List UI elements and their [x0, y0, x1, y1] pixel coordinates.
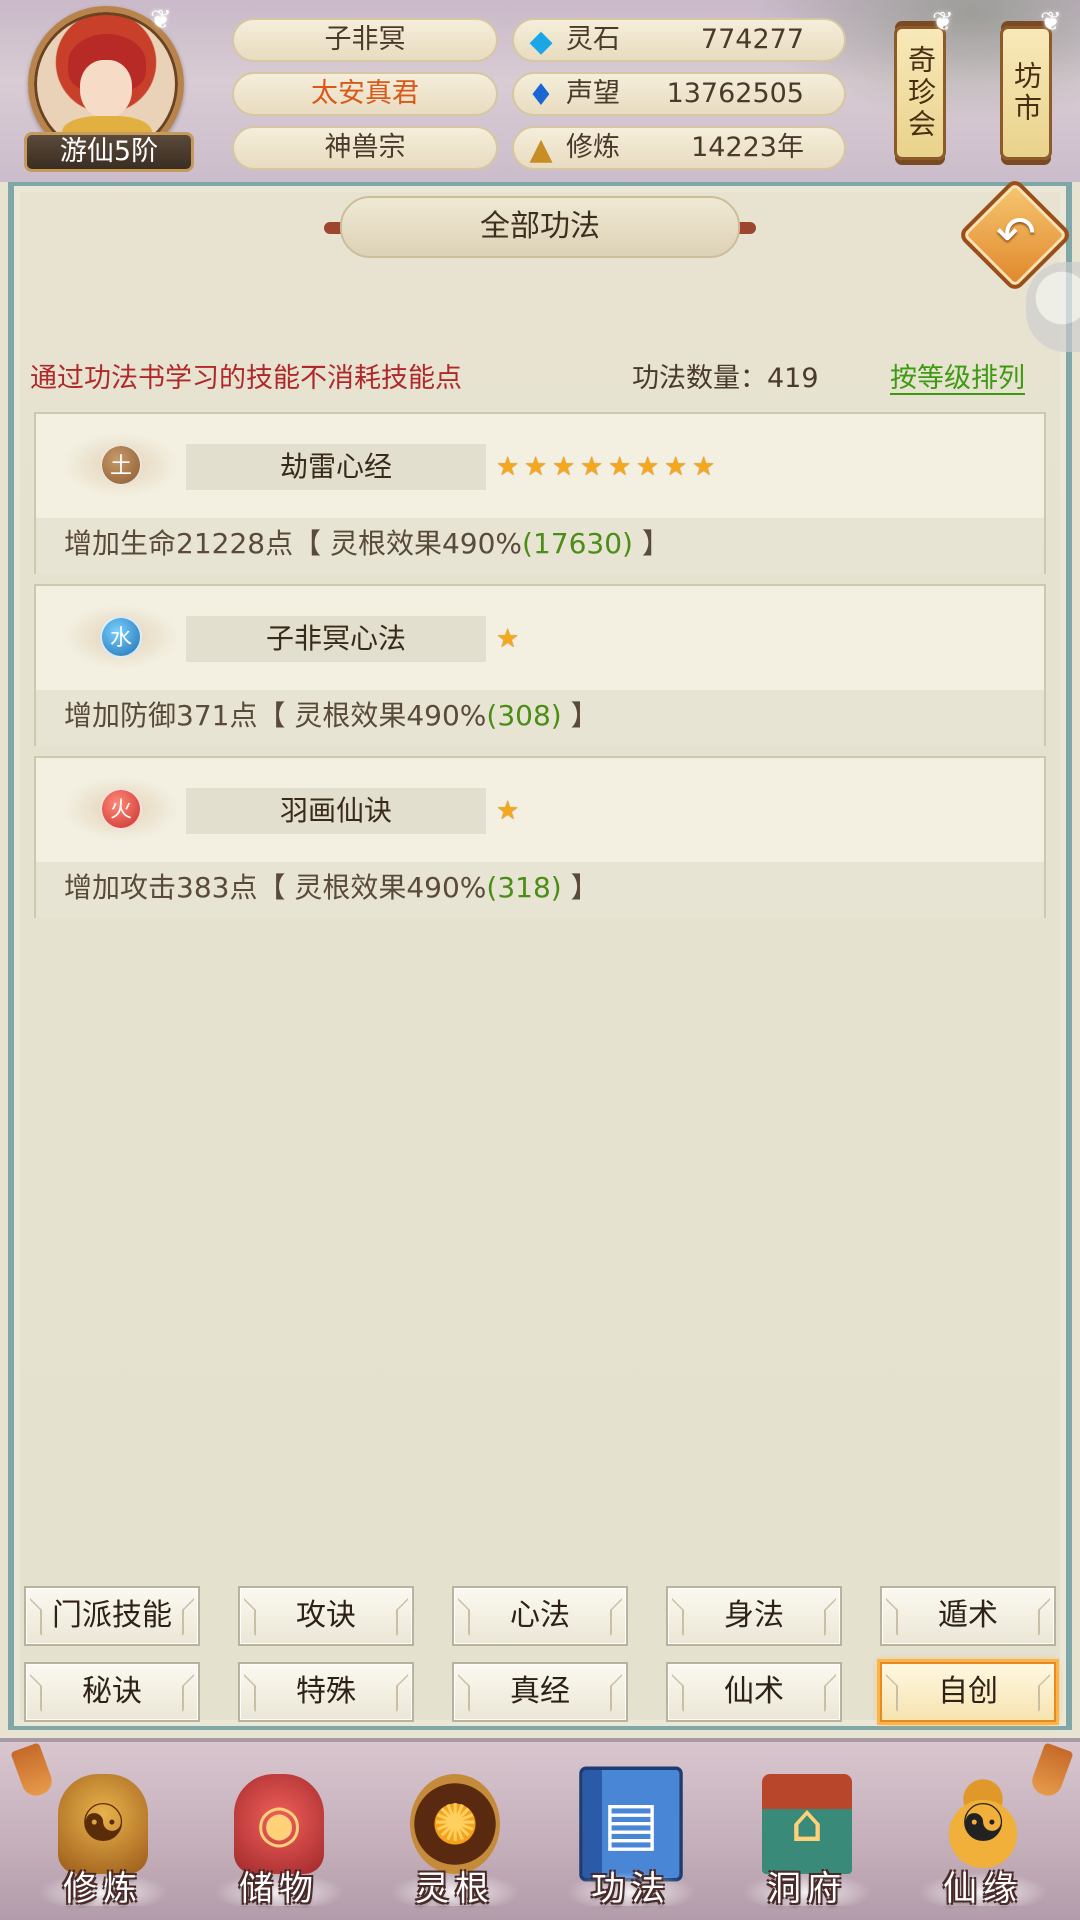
skill-book-icon: ▤	[579, 1766, 683, 1882]
element-badge: 水	[62, 604, 180, 670]
sort-by-level-link[interactable]: 按等级排列	[890, 356, 1025, 395]
nav-cave-mansion[interactable]: ⌂ 洞府	[732, 1752, 882, 1920]
effect-text: 增加攻击383点【 灵根效果490%	[64, 871, 487, 904]
resource-panel: ◆ 灵石 774277 ♦ 声望 13762505 ▲ 修炼 14223年	[512, 18, 846, 180]
star-icon: ★	[496, 624, 520, 654]
category-self-created[interactable]: 自创	[880, 1662, 1056, 1722]
spirit-root-icon: ✺	[410, 1774, 500, 1874]
skill-card[interactable]: 水 子非冥心法 ★ 增加防御371点【 灵根效果490%(308) 】	[34, 584, 1046, 746]
skill-name: 劫雷心经	[186, 444, 486, 490]
butterfly-icon: ❦	[1040, 7, 1062, 37]
nav-skills[interactable]: ▤ 功法	[556, 1752, 706, 1920]
star-rating: ★ ★ ★ ★ ★ ★ ★ ★	[496, 454, 718, 480]
resource-value: 13762505	[666, 78, 804, 109]
nav-label: 功法	[591, 1869, 671, 1909]
fire-element-icon: 火	[100, 788, 142, 830]
back-arrow-icon: ↶	[995, 206, 1037, 262]
category-scripture[interactable]: 真经	[452, 1662, 628, 1722]
rank-badge: 游仙5阶	[24, 132, 194, 172]
avatar-face	[80, 60, 132, 118]
element-badge: 土	[62, 432, 180, 498]
resource-value: 774277	[700, 24, 804, 55]
resource-label: 灵石	[566, 24, 620, 55]
nav-spirit-root[interactable]: ✺ 灵根	[380, 1752, 530, 1920]
spirit-stone-icon: ◆	[529, 23, 553, 59]
effect-text: 增加生命21228点【 灵根效果490%	[64, 527, 523, 560]
star-rating: ★	[496, 798, 522, 824]
storage-bag-icon: ◉	[234, 1774, 324, 1874]
player-name: 子非冥	[232, 18, 498, 62]
bottom-navigation: ☯ 修炼 ◉ 储物 ✺ 灵根 ▤ 功法 ⌂ 洞府 ☯ 仙缘	[0, 1738, 1080, 1920]
category-sect-skills[interactable]: 门派技能	[24, 1586, 200, 1646]
skill-card[interactable]: 火 羽画仙诀 ★ 增加攻击383点【 灵根效果490%(318) 】	[34, 756, 1046, 918]
effect-bonus: (308)	[486, 699, 562, 732]
category-special[interactable]: 特殊	[238, 1662, 414, 1722]
effect-text: 增加防御371点【 灵根效果490%	[64, 699, 487, 732]
nav-label: 灵根	[415, 1869, 495, 1909]
nav-storage[interactable]: ◉ 储物	[204, 1752, 354, 1920]
earth-element-icon: 土	[100, 444, 142, 486]
cave-mansion-icon: ⌂	[762, 1774, 852, 1874]
effect-suffix: 】	[632, 527, 670, 560]
cultivation-icon: ▲	[529, 131, 553, 167]
effect-suffix: 】	[561, 871, 599, 904]
star-icon: ★	[496, 796, 520, 826]
nav-label: 储物	[239, 1869, 319, 1909]
element-badge: 火	[62, 776, 180, 842]
butterfly-icon: ❦	[150, 5, 172, 35]
water-element-icon: 水	[100, 616, 142, 658]
panel-title: 全部功法	[340, 196, 740, 258]
skill-notice: 通过功法书学习的技能不消耗技能点	[30, 363, 462, 394]
meditating-figure-icon: ☯	[58, 1774, 148, 1874]
category-escape[interactable]: 遁术	[880, 1586, 1056, 1646]
gourd-icon: ☯	[938, 1774, 1028, 1874]
star-icon: ★	[552, 452, 576, 482]
resource-label: 声望	[566, 78, 620, 109]
star-icon: ★	[496, 452, 520, 482]
effect-suffix: 】	[561, 699, 599, 732]
star-icon: ★	[608, 452, 632, 482]
category-immortal-arts[interactable]: 仙术	[666, 1662, 842, 1722]
prestige-icon: ♦	[527, 77, 555, 113]
skill-name: 羽画仙诀	[186, 788, 486, 834]
treasure-auction-button[interactable]: 奇珍会	[894, 26, 946, 160]
effect-bonus: (17630)	[522, 527, 633, 560]
nav-label: 仙缘	[943, 1869, 1023, 1909]
skill-effect: 增加攻击383点【 灵根效果490%(318) 】	[64, 868, 599, 908]
resource-label: 修炼	[566, 132, 620, 163]
top-status-bar: ❦ 游仙5阶 子非冥 太安真君 神兽宗 ◆ 灵石 774277 ♦ 声望 137…	[0, 0, 1080, 182]
effect-bonus: (318)	[486, 871, 562, 904]
nav-label: 洞府	[767, 1869, 847, 1909]
market-button[interactable]: 坊市	[1000, 26, 1052, 160]
star-rating: ★	[496, 626, 522, 652]
category-movement[interactable]: 身法	[666, 1586, 842, 1646]
category-attack[interactable]: 攻诀	[238, 1586, 414, 1646]
player-title: 太安真君	[232, 72, 498, 116]
skill-card[interactable]: 土 劫雷心经 ★ ★ ★ ★ ★ ★ ★ ★ 增加生命21228点【 灵根效果490%(176…	[34, 412, 1046, 574]
star-icon: ★	[524, 452, 548, 482]
nav-label: 修炼	[63, 1869, 143, 1909]
skill-count: 功法数量：419	[632, 363, 819, 394]
skill-effect: 增加生命21228点【 灵根效果490%(17630) 】	[64, 524, 670, 564]
resource-prestige: ♦ 声望 13762505	[512, 72, 846, 116]
star-icon: ★	[664, 452, 688, 482]
resource-value: 14223年	[691, 132, 804, 163]
skill-name: 子非冥心法	[186, 616, 486, 662]
star-icon: ★	[692, 452, 716, 482]
resource-cultivation: ▲ 修炼 14223年	[512, 126, 846, 170]
star-icon: ★	[636, 452, 660, 482]
star-icon: ★	[580, 452, 604, 482]
player-sect: 神兽宗	[232, 126, 498, 170]
category-secret[interactable]: 秘诀	[24, 1662, 200, 1722]
resource-spirit-stone: ◆ 灵石 774277	[512, 18, 846, 62]
butterfly-icon: ❦	[932, 7, 954, 37]
player-info: 子非冥 太安真君 神兽宗	[232, 18, 498, 180]
category-mental[interactable]: 心法	[452, 1586, 628, 1646]
skill-effect: 增加防御371点【 灵根效果490%(308) 】	[64, 696, 599, 736]
